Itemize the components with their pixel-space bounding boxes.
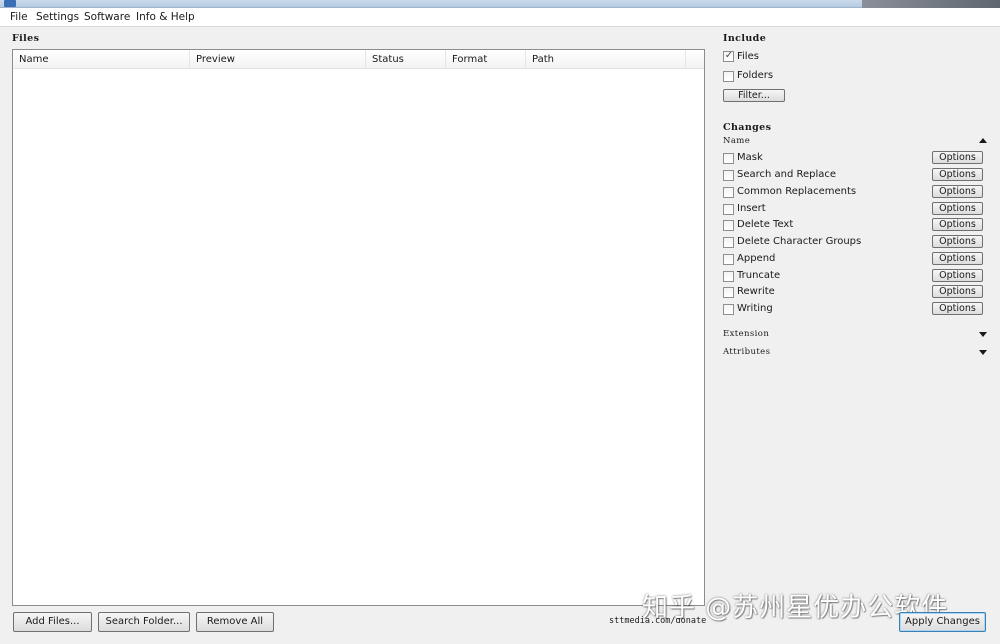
include-files-label: Files: [737, 51, 759, 62]
change-label-mask: Mask: [737, 152, 763, 163]
apply-changes-button[interactable]: Apply Changes: [899, 612, 986, 632]
change-checkbox-rewrite[interactable]: [723, 287, 734, 298]
change-checkbox-search-replace[interactable]: [723, 170, 734, 181]
files-section-title: Files: [12, 33, 40, 44]
options-button-truncate[interactable]: Options: [932, 269, 983, 282]
options-button-insert[interactable]: Options: [932, 202, 983, 215]
add-files-button[interactable]: Add Files...: [13, 612, 92, 632]
search-folder-button[interactable]: Search Folder...: [98, 612, 190, 632]
expand-extension-icon[interactable]: [979, 332, 987, 337]
change-checkbox-truncate[interactable]: [723, 271, 734, 282]
menu-bar: File Settings Software Info & Help: [0, 8, 1000, 26]
remove-all-button[interactable]: Remove All: [196, 612, 274, 632]
main-panel: Files Name Preview Status Format Path Ad…: [0, 26, 1000, 644]
options-button-append[interactable]: Options: [932, 252, 983, 265]
menu-file[interactable]: File: [10, 10, 28, 24]
window-controls-area: [862, 0, 1000, 8]
change-label-common-replacements: Common Replacements: [737, 186, 857, 197]
change-checkbox-common-replacements[interactable]: [723, 187, 734, 198]
extension-group-header[interactable]: Extension: [723, 329, 769, 339]
column-header-status[interactable]: Status: [366, 50, 446, 69]
column-header-preview[interactable]: Preview: [190, 50, 366, 69]
include-section-title: Include: [723, 33, 767, 44]
change-label-delete-text: Delete Text: [737, 219, 794, 230]
check-icon: ✓: [724, 50, 734, 61]
menu-software[interactable]: Software: [84, 10, 130, 24]
change-checkbox-delete-character-groups[interactable]: [723, 237, 734, 248]
changes-section-title: Changes: [723, 122, 772, 133]
change-label-truncate: Truncate: [737, 270, 781, 281]
include-folders-label: Folders: [737, 70, 774, 81]
change-checkbox-append[interactable]: [723, 254, 734, 265]
include-folders-checkbox[interactable]: [723, 71, 734, 82]
title-bar: [0, 0, 1000, 8]
options-button-delete-character-groups[interactable]: Options: [932, 235, 983, 248]
options-button-search-replace[interactable]: Options: [932, 168, 983, 181]
menu-settings[interactable]: Settings: [36, 10, 79, 24]
change-label-writing: Writing: [737, 303, 773, 314]
change-checkbox-delete-text[interactable]: [723, 220, 734, 231]
change-label-search-replace: Search and Replace: [737, 169, 837, 180]
options-button-common-replacements[interactable]: Options: [932, 185, 983, 198]
options-button-mask[interactable]: Options: [932, 151, 983, 164]
options-button-rewrite[interactable]: Options: [932, 285, 983, 298]
change-label-delete-character-groups: Delete Character Groups: [737, 236, 862, 247]
change-checkbox-insert[interactable]: [723, 204, 734, 215]
column-header-name[interactable]: Name: [13, 50, 190, 69]
file-list-header: Name Preview Status Format Path: [13, 50, 704, 69]
change-label-append: Append: [737, 253, 776, 264]
filter-button[interactable]: Filter...: [723, 89, 785, 102]
change-label-insert: Insert: [737, 203, 766, 214]
file-list[interactable]: Name Preview Status Format Path: [12, 49, 705, 606]
column-header-path[interactable]: Path: [526, 50, 686, 69]
app-icon: [4, 0, 16, 7]
name-group-header[interactable]: Name: [723, 136, 750, 146]
options-button-delete-text[interactable]: Options: [932, 218, 983, 231]
menu-info-help[interactable]: Info & Help: [136, 10, 195, 24]
expand-attributes-icon[interactable]: [979, 350, 987, 355]
change-label-rewrite: Rewrite: [737, 286, 775, 297]
options-button-writing[interactable]: Options: [932, 302, 983, 315]
column-header-format[interactable]: Format: [446, 50, 526, 69]
collapse-name-icon[interactable]: [979, 138, 987, 143]
attributes-group-header[interactable]: Attributes: [723, 347, 770, 357]
change-checkbox-writing[interactable]: [723, 304, 734, 315]
include-files-checkbox[interactable]: ✓: [723, 50, 734, 62]
change-checkbox-mask[interactable]: [723, 153, 734, 164]
